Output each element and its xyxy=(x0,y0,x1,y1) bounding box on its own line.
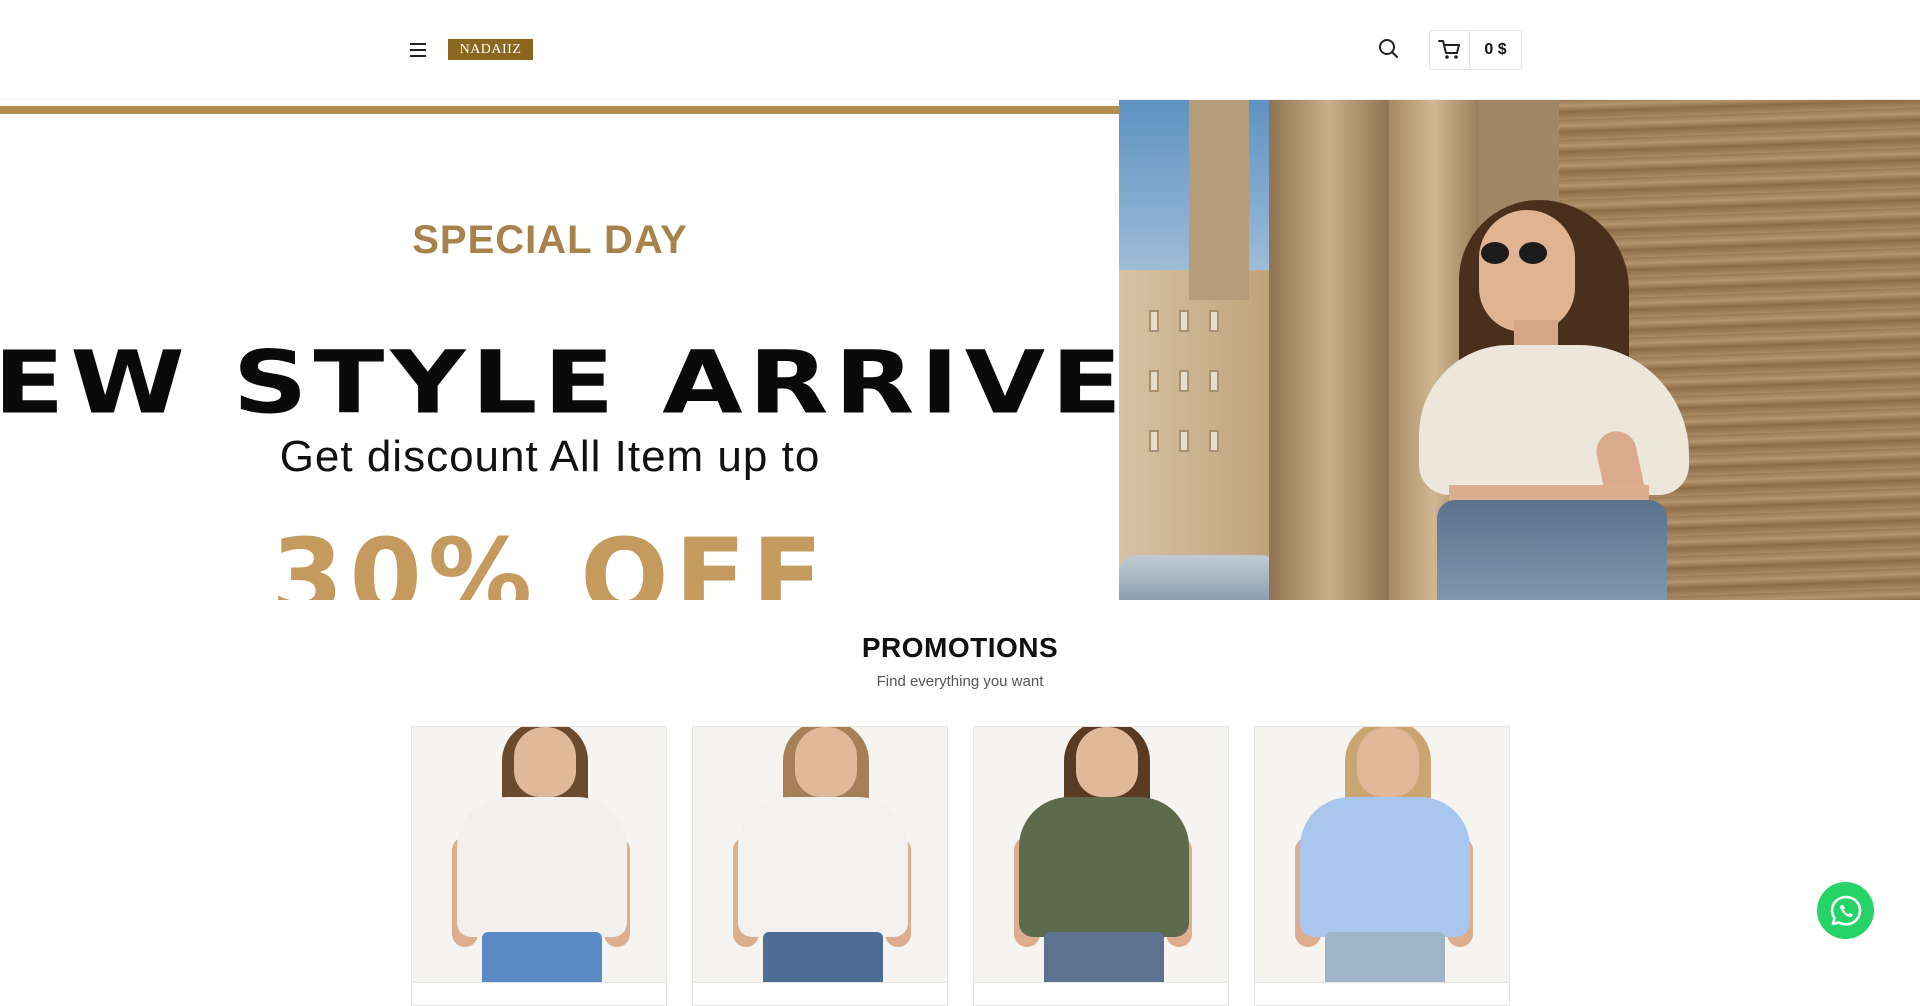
search-icon xyxy=(1379,39,1398,58)
sunglasses xyxy=(1481,242,1551,264)
hero-text-panel: SPECIAL DAY NEW STYLE ARRIVED Get discou… xyxy=(0,100,1119,600)
product-jeans xyxy=(1325,932,1445,982)
photo-column xyxy=(1269,100,1389,600)
cart-icon xyxy=(1437,40,1460,59)
product-shirt xyxy=(1300,797,1470,937)
product-model-face xyxy=(514,727,576,797)
product-image[interactable] xyxy=(1255,727,1509,982)
product-jeans xyxy=(1044,932,1164,982)
hero-subline: Get discount All Item up to xyxy=(279,432,821,481)
promotions-title: PROMOTIONS xyxy=(861,632,1059,663)
hero-banner[interactable]: SPECIAL DAY NEW STYLE ARRIVED Get discou… xyxy=(0,100,1920,600)
product-card[interactable] xyxy=(411,726,667,1006)
menu-button[interactable] xyxy=(404,36,432,64)
product-jeans xyxy=(482,932,602,982)
hero-discount: 30% OFF xyxy=(271,516,829,600)
hero-special-day: SPECIAL DAY xyxy=(412,218,688,262)
product-model-face xyxy=(1076,727,1138,797)
product-model-face xyxy=(1357,727,1419,797)
product-image[interactable] xyxy=(412,727,666,982)
site-header: NADAIIZ 0 $ xyxy=(0,0,1920,100)
product-model-face xyxy=(795,727,857,797)
hero-model-photo xyxy=(1119,100,1920,600)
photo-building xyxy=(1119,270,1269,570)
whatsapp-icon xyxy=(1830,895,1861,926)
product-image[interactable] xyxy=(974,727,1228,982)
model-face xyxy=(1479,210,1575,332)
photo-cars xyxy=(1119,555,1279,600)
promotions-subtitle: Find everything you want xyxy=(876,673,1044,690)
product-card[interactable] xyxy=(1254,726,1510,1006)
product-shirt xyxy=(457,797,627,937)
card-divider xyxy=(974,982,1228,983)
product-card[interactable] xyxy=(692,726,948,1006)
menu-icon-line xyxy=(410,55,426,57)
product-shirt xyxy=(1019,797,1189,937)
cart-total: 0 $ xyxy=(1484,41,1507,58)
model-jeans xyxy=(1437,500,1667,600)
menu-icon-line xyxy=(410,49,426,51)
card-divider xyxy=(693,982,947,983)
product-shirt xyxy=(738,797,908,937)
product-grid xyxy=(411,726,1511,1006)
hero-accent-bar xyxy=(0,106,1119,114)
search-button[interactable] xyxy=(1377,36,1401,62)
card-divider xyxy=(412,982,666,983)
menu-icon-line xyxy=(410,43,426,45)
cart-button[interactable] xyxy=(1430,31,1470,69)
product-jeans xyxy=(763,932,883,982)
card-divider xyxy=(1255,982,1509,983)
product-card[interactable] xyxy=(973,726,1229,1006)
product-image[interactable] xyxy=(693,727,947,982)
whatsapp-button[interactable] xyxy=(1817,882,1874,939)
site-logo[interactable]: NADAIIZ xyxy=(448,39,533,60)
cart-widget[interactable]: 0 $ xyxy=(1429,30,1522,70)
hero-headline: NEW STYLE ARRIVED xyxy=(0,332,1119,433)
